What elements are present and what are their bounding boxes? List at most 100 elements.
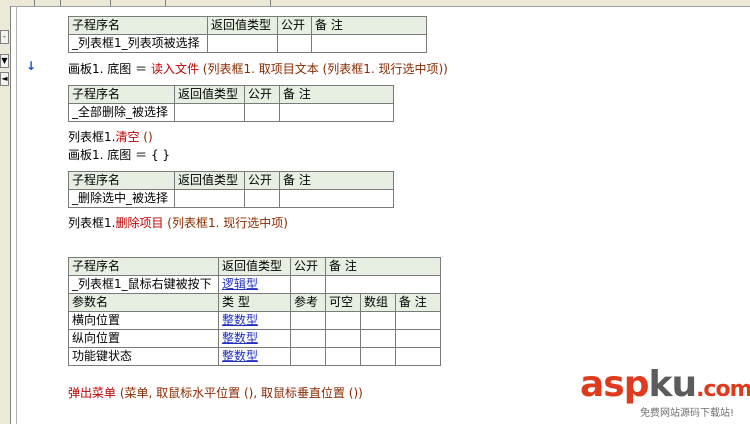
watermark-brand-a: asp [580, 364, 649, 405]
param-name-cell[interactable]: 纵向位置 [68, 329, 219, 348]
header-public: 公开 [244, 171, 280, 190]
sub-name-cell[interactable]: _删除选中_被选择 [68, 189, 175, 208]
code-line-1[interactable]: 画板1. 底图 ＝ 读入文件 (列表框1. 取项目文本 (列表框1. 现行选中项… [68, 62, 448, 76]
param-name-cell[interactable]: 横向位置 [68, 311, 219, 330]
param-type-cell[interactable]: 整数型 [218, 329, 291, 348]
sub-name-cell[interactable]: _列表框1_列表项被选择 [68, 34, 208, 53]
param-remark-cell[interactable] [394, 311, 442, 330]
param-nullable-cell[interactable] [325, 347, 361, 366]
code-function: 读入文件 [150, 62, 199, 76]
dropdown-button[interactable]: ▼ [0, 54, 9, 68]
code-line-4[interactable]: 列表框1.删除项目 (列表框1. 现行选中项) [68, 216, 288, 230]
remark-cell[interactable] [311, 34, 427, 53]
public-cell[interactable] [244, 189, 280, 208]
header-nullable: 可空 [325, 293, 361, 312]
header-return-type: 返回值类型 [174, 171, 245, 190]
param-type-cell[interactable]: 整数型 [218, 347, 291, 366]
code-line-3[interactable]: 画板1. 底图 ＝ { } [68, 148, 170, 162]
scroll-left-button[interactable]: ◄ [0, 72, 9, 86]
header-return-type: 返回值类型 [174, 85, 245, 104]
param-array-cell[interactable] [359, 311, 396, 330]
code-assign: ＝ [135, 62, 148, 76]
table-row[interactable]: _列表框1_鼠标右键被按下 逻辑型 [68, 275, 441, 294]
code-line-2[interactable]: 列表框1.清空 () [68, 130, 153, 144]
subroutine-table-3: 子程序名 返回值类型 公开 备 注 _删除选中_被选择 [68, 171, 394, 208]
public-cell[interactable] [244, 103, 280, 122]
remark-cell[interactable] [279, 103, 394, 122]
public-cell[interactable] [290, 275, 326, 294]
param-row[interactable]: 纵向位置 整数型 [68, 329, 442, 348]
param-name-cell[interactable]: 功能键状态 [68, 347, 219, 366]
subroutine-table-2: 子程序名 返回值类型 公开 备 注 _全部删除_被选择 [68, 85, 394, 122]
header-sub-name: 子程序名 [68, 16, 208, 35]
header-array: 数组 [359, 293, 396, 312]
editor-gutter [16, 6, 17, 424]
header-remark: 备 注 [325, 257, 441, 276]
code-args: (菜单, 取鼠标水平位置 (), 取鼠标垂直位置 ()) [119, 386, 363, 400]
header-remark: 备 注 [279, 171, 394, 190]
header-sub-name: 子程序名 [68, 85, 175, 104]
table-header-row: 子程序名 返回值类型 公开 备 注 [68, 16, 427, 35]
param-ref-cell[interactable] [290, 347, 326, 366]
table-header-row: 子程序名 返回值类型 公开 备 注 [68, 257, 441, 276]
collapse-button[interactable]: - [0, 30, 9, 44]
code-object: 列表框1. [68, 130, 116, 144]
header-remark: 备 注 [311, 16, 427, 35]
param-row[interactable]: 横向位置 整数型 [68, 311, 442, 330]
watermark-brand-b: ku [648, 364, 698, 405]
toolbar-divider [60, 0, 61, 6]
toolbar-divider [34, 0, 35, 6]
code-function: 清空 [115, 130, 140, 144]
code-function: 弹出菜单 [68, 386, 117, 400]
return-type-cell[interactable] [174, 189, 245, 208]
code-args: { } [150, 148, 171, 162]
toolbar-divider [110, 0, 111, 6]
header-param-remark: 备 注 [394, 293, 442, 312]
header-public: 公开 [244, 85, 280, 104]
header-ref: 参考 [290, 293, 326, 312]
param-nullable-cell[interactable] [325, 311, 361, 330]
param-row[interactable]: 功能键状态 整数型 [68, 347, 442, 366]
param-ref-cell[interactable] [290, 311, 326, 330]
public-cell[interactable] [277, 34, 312, 53]
table-row[interactable]: _列表框1_列表项被选择 [68, 34, 427, 53]
top-toolbar [0, 0, 750, 7]
watermark-logo: aspku.com [580, 366, 750, 409]
header-public: 公开 [290, 257, 326, 276]
header-sub-name: 子程序名 [68, 257, 219, 276]
code-line-5[interactable]: 弹出菜单 (菜单, 取鼠标水平位置 (), 取鼠标垂直位置 ()) [68, 386, 363, 400]
param-type-cell[interactable]: 整数型 [218, 311, 291, 330]
sub-name-cell[interactable]: _全部删除_被选择 [68, 103, 175, 122]
remark-cell[interactable] [279, 189, 394, 208]
remark-cell[interactable] [325, 275, 441, 294]
param-nullable-cell[interactable] [325, 329, 361, 348]
toolbar-divider [270, 0, 271, 6]
table-row[interactable]: _删除选中_被选择 [68, 189, 394, 208]
return-type-cell[interactable] [207, 34, 278, 53]
header-param-name: 参数名 [68, 293, 219, 312]
return-type-cell[interactable] [174, 103, 245, 122]
param-header-row: 参数名 类 型 参考 可空 数组 备 注 [68, 293, 442, 312]
param-ref-cell[interactable] [290, 329, 326, 348]
current-line-arrow-icon: ↓ [26, 59, 37, 73]
param-array-cell[interactable] [359, 329, 396, 348]
header-public: 公开 [277, 16, 312, 35]
code-args: (列表框1. 取项目文本 (列表框1. 现行选中项)) [202, 62, 448, 76]
code-object: 画板1. 底图 [68, 148, 132, 162]
code-assign: ＝ [135, 148, 148, 162]
code-args: () [143, 130, 153, 144]
table-header-row: 子程序名 返回值类型 公开 备 注 [68, 171, 394, 190]
sub-name-cell[interactable]: _列表框1_鼠标右键被按下 [68, 275, 219, 294]
watermark-tagline: 免费网站源码下载站! [640, 408, 735, 419]
param-remark-cell[interactable] [394, 347, 442, 366]
table-row[interactable]: _全部删除_被选择 [68, 103, 394, 122]
code-args: (列表框1. 现行选中项) [167, 216, 288, 230]
left-panel-strip: - ▼ ◄ [0, 6, 11, 424]
table-header-row: 子程序名 返回值类型 公开 备 注 [68, 85, 394, 104]
watermark-brand-c: .com [696, 377, 750, 402]
return-type-cell[interactable]: 逻辑型 [218, 275, 291, 294]
code-object: 列表框1. [68, 216, 116, 230]
subroutine-table-1: 子程序名 返回值类型 公开 备 注 _列表框1_列表项被选择 [68, 16, 427, 53]
param-remark-cell[interactable] [394, 329, 442, 348]
param-array-cell[interactable] [359, 347, 396, 366]
